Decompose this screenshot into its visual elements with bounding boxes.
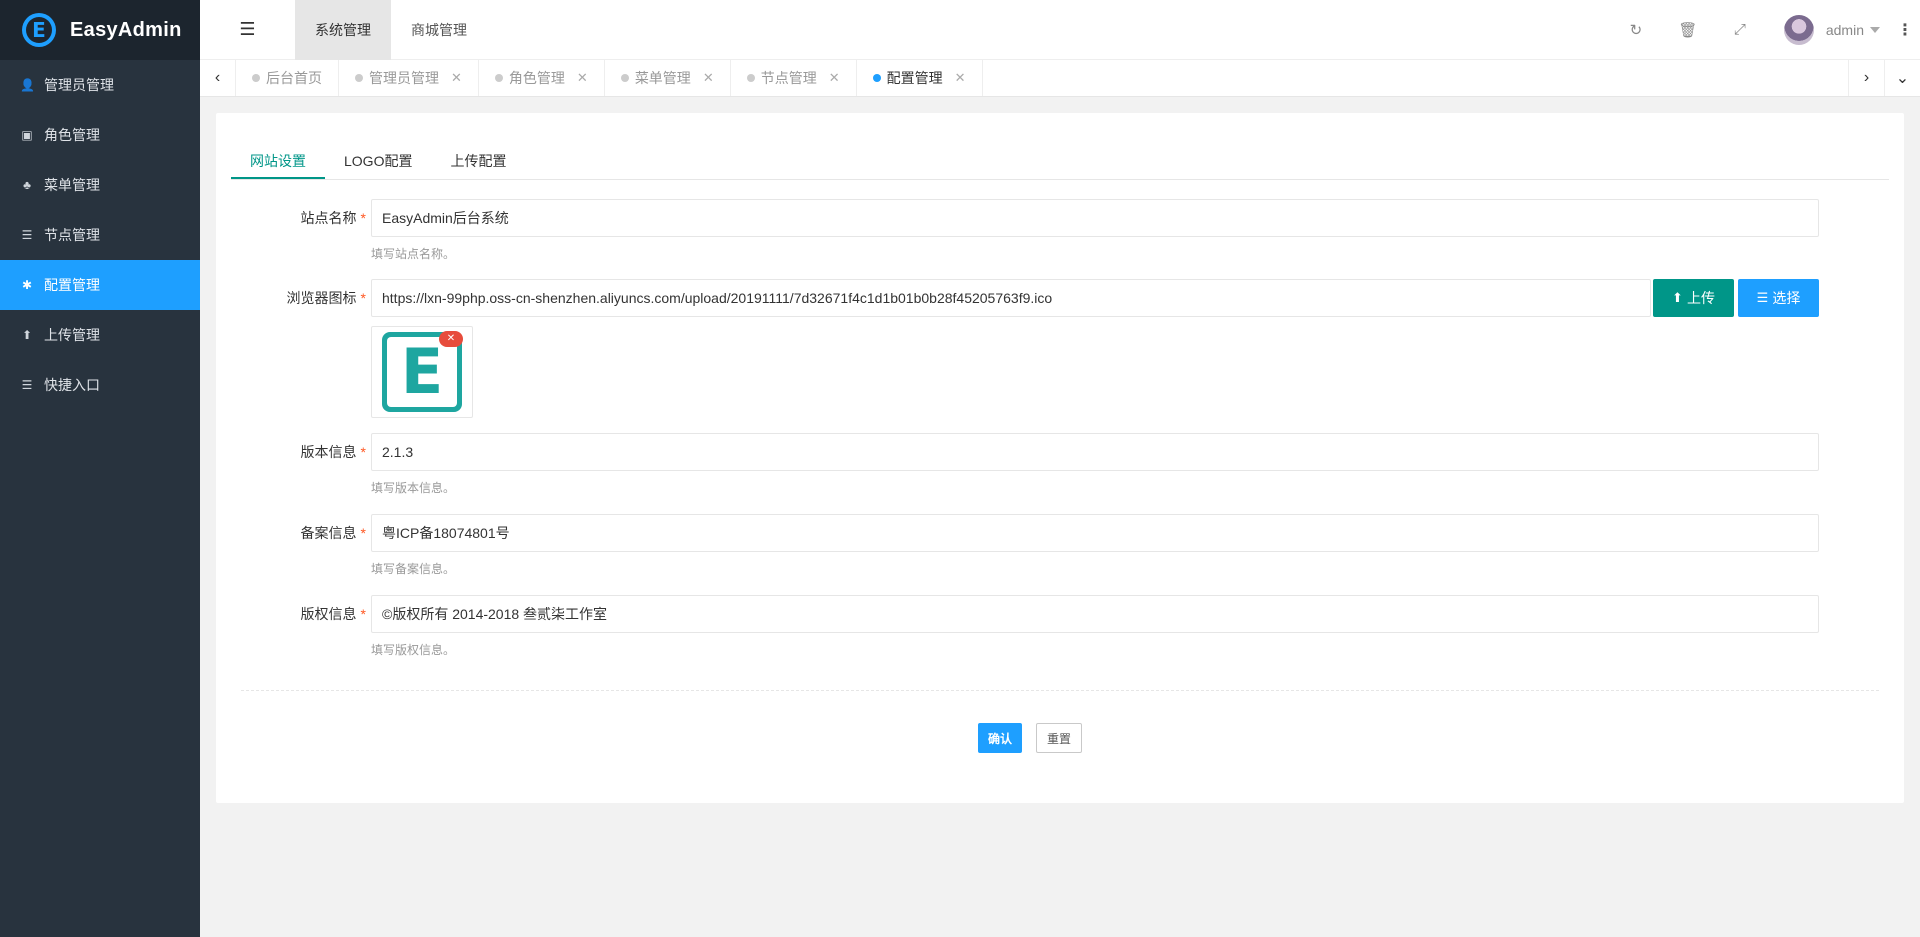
header-tools: ↻ 🗑 ⤢ admin ⋮ bbox=[1610, 0, 1920, 60]
user-menu[interactable]: admin bbox=[1783, 14, 1880, 45]
reset-button[interactable]: 重置 bbox=[1036, 723, 1082, 753]
top-header: ☰ 系统管理 商城管理 ↻ 🗑 ⤢ admin ⋮ bbox=[200, 0, 1920, 60]
list-icon: ☰ bbox=[21, 378, 33, 392]
config-card: 网站设置 LOGO配置 上传配置 站点名称* 填写站点名称。 浏览器图标* ⬆上… bbox=[216, 113, 1904, 803]
tab-dot bbox=[872, 74, 881, 82]
user-icon: 👤 bbox=[20, 78, 35, 92]
version-tip: 填写版本信息。 bbox=[371, 481, 456, 495]
tab-menu[interactable]: 菜单管理 ✕ bbox=[605, 60, 731, 96]
fullscreen-icon[interactable]: ⤢ bbox=[1714, 21, 1766, 38]
page-tabbar: ‹ 后台首页 管理员管理 ✕ 角色管理 ✕ 菜单管理 ✕ 节点管理 ✕ 配置管理 ✕ › … bbox=[200, 60, 1920, 97]
tab-label: 管理员管理 bbox=[369, 70, 439, 86]
sidebar-item-label: 配置管理 bbox=[44, 277, 100, 293]
tab-node[interactable]: 节点管理 ✕ bbox=[731, 60, 857, 96]
sidebar-item-label: 节点管理 bbox=[44, 227, 100, 243]
tab-home[interactable]: 后台首页 bbox=[236, 60, 339, 96]
copyright-input[interactable] bbox=[371, 595, 1819, 633]
sidebar-item-label: 管理员管理 bbox=[44, 77, 114, 93]
sidebar-item-role[interactable]: ▣ 角色管理 bbox=[0, 110, 200, 160]
select-button[interactable]: ☰ 选择 bbox=[1738, 279, 1819, 317]
delete-icon[interactable]: ✕ bbox=[439, 331, 463, 347]
list-icon: ☰ bbox=[21, 228, 33, 242]
top-nav-mall[interactable]: 商城管理 bbox=[391, 0, 487, 60]
icp-label: 备案信息 * bbox=[300, 525, 366, 541]
sidebar-menu: 👤 管理员管理 ▣ 角色管理 ♣ 菜单管理 ☰ 节点管理 ✱ 配置管理 ⬆ 上传管理 ☰ 快捷… bbox=[0, 60, 200, 410]
top-nav: 系统管理 商城管理 bbox=[295, 0, 487, 60]
tabs-scroll-left-icon[interactable]: ‹ bbox=[200, 60, 236, 96]
tab-dot bbox=[355, 74, 363, 82]
page-tabs: 后台首页 管理员管理 ✕ 角色管理 ✕ 菜单管理 ✕ 节点管理 ✕ 配置管理 ✕ bbox=[236, 60, 1848, 96]
trash-icon[interactable]: 🗑 bbox=[1662, 21, 1714, 39]
arrow-up-icon: ⬆ bbox=[21, 328, 33, 342]
tab-label: 配置管理 bbox=[886, 70, 943, 86]
top-nav-system[interactable]: 系统管理 bbox=[295, 0, 391, 60]
sidebar-item-upload[interactable]: ⬆ 上传管理 bbox=[0, 310, 200, 360]
tree-icon: ♣ bbox=[23, 178, 31, 192]
username: admin bbox=[1825, 21, 1864, 38]
copyright-label: 版权信息 * bbox=[300, 606, 366, 622]
site-name-input[interactable] bbox=[371, 199, 1819, 237]
tab-logo-config[interactable]: LOGO配置 bbox=[325, 143, 431, 179]
tab-dot bbox=[494, 74, 503, 82]
submit-button[interactable]: 确认 bbox=[978, 723, 1022, 753]
upload-icon: ⬆ bbox=[1672, 290, 1683, 305]
app-name: EasyAdmin bbox=[70, 18, 182, 41]
close-icon[interactable]: ✕ bbox=[955, 70, 966, 86]
caret-down-icon bbox=[1870, 26, 1880, 33]
sidebar-item-label: 菜单管理 bbox=[44, 177, 100, 193]
tab-label: 后台首页 bbox=[266, 70, 322, 86]
tab-label: 角色管理 bbox=[508, 70, 565, 86]
favicon-label: 浏览器图标 * bbox=[286, 290, 366, 306]
tabs-scroll-right-icon[interactable]: › bbox=[1848, 60, 1884, 96]
tab-label: 菜单管理 bbox=[634, 70, 691, 86]
sidebar: E EasyAdmin 👤 管理员管理 ▣ 角色管理 ♣ 菜单管理 ☰ 节点管理 ✱ 配置… bbox=[0, 0, 200, 937]
tab-role[interactable]: 角色管理 ✕ bbox=[479, 60, 605, 96]
sidebar-item-label: 角色管理 bbox=[44, 127, 100, 143]
app-logo[interactable]: E EasyAdmin bbox=[0, 0, 200, 60]
sidebar-item-node[interactable]: ☰ 节点管理 bbox=[0, 210, 200, 260]
sidebar-item-config[interactable]: ✱ 配置管理 bbox=[0, 260, 200, 310]
icp-tip: 填写备案信息。 bbox=[371, 562, 456, 576]
icp-input[interactable] bbox=[371, 514, 1819, 552]
easyadmin-logo-icon: E bbox=[22, 13, 56, 47]
form-divider bbox=[241, 690, 1879, 691]
close-icon[interactable]: ✕ bbox=[829, 70, 840, 86]
sidebar-toggle-icon[interactable]: ☰ bbox=[200, 0, 295, 60]
asterisk-icon: ✱ bbox=[21, 278, 33, 292]
sidebar-item-menu[interactable]: ♣ 菜单管理 bbox=[0, 160, 200, 210]
avatar bbox=[1783, 14, 1814, 45]
sidebar-item-admin[interactable]: 👤 管理员管理 bbox=[0, 60, 200, 110]
config-tabs: 网站设置 LOGO配置 上传配置 bbox=[231, 143, 1889, 180]
tab-upload-config[interactable]: 上传配置 bbox=[431, 143, 525, 179]
tab-site-settings[interactable]: 网站设置 bbox=[231, 143, 325, 179]
site-name-label: 站点名称 * bbox=[300, 210, 366, 226]
list-icon: ☰ bbox=[1756, 290, 1769, 305]
sidebar-item-quick[interactable]: ☰ 快捷入口 bbox=[0, 360, 200, 410]
favicon-input[interactable] bbox=[371, 279, 1651, 317]
form-actions: 确认 重置 bbox=[978, 723, 1082, 753]
copyright-tip: 填写版权信息。 bbox=[371, 643, 456, 657]
version-input[interactable] bbox=[371, 433, 1819, 471]
refresh-icon[interactable]: ↻ bbox=[1610, 21, 1662, 39]
tab-admin[interactable]: 管理员管理 ✕ bbox=[339, 60, 479, 96]
site-name-tip: 填写站点名称。 bbox=[371, 247, 456, 261]
tab-config[interactable]: 配置管理 ✕ bbox=[857, 60, 983, 96]
more-vertical-icon[interactable]: ⋮ bbox=[1890, 20, 1920, 40]
close-icon[interactable]: ✕ bbox=[703, 70, 714, 86]
tabs-dropdown-icon[interactable]: ⌄ bbox=[1884, 60, 1920, 96]
tab-dot bbox=[252, 74, 260, 82]
sidebar-item-label: 上传管理 bbox=[44, 327, 100, 343]
favicon-preview: E ✕ bbox=[371, 326, 473, 418]
tab-label: 节点管理 bbox=[760, 70, 817, 86]
tab-dot bbox=[620, 74, 629, 82]
close-icon[interactable]: ✕ bbox=[451, 70, 462, 86]
id-card-icon: ▣ bbox=[21, 128, 33, 142]
version-label: 版本信息 * bbox=[300, 444, 366, 460]
tab-dot bbox=[746, 74, 755, 82]
sidebar-item-label: 快捷入口 bbox=[44, 377, 100, 393]
upload-button[interactable]: ⬆ 上传 bbox=[1653, 279, 1734, 317]
close-icon[interactable]: ✕ bbox=[577, 70, 588, 86]
